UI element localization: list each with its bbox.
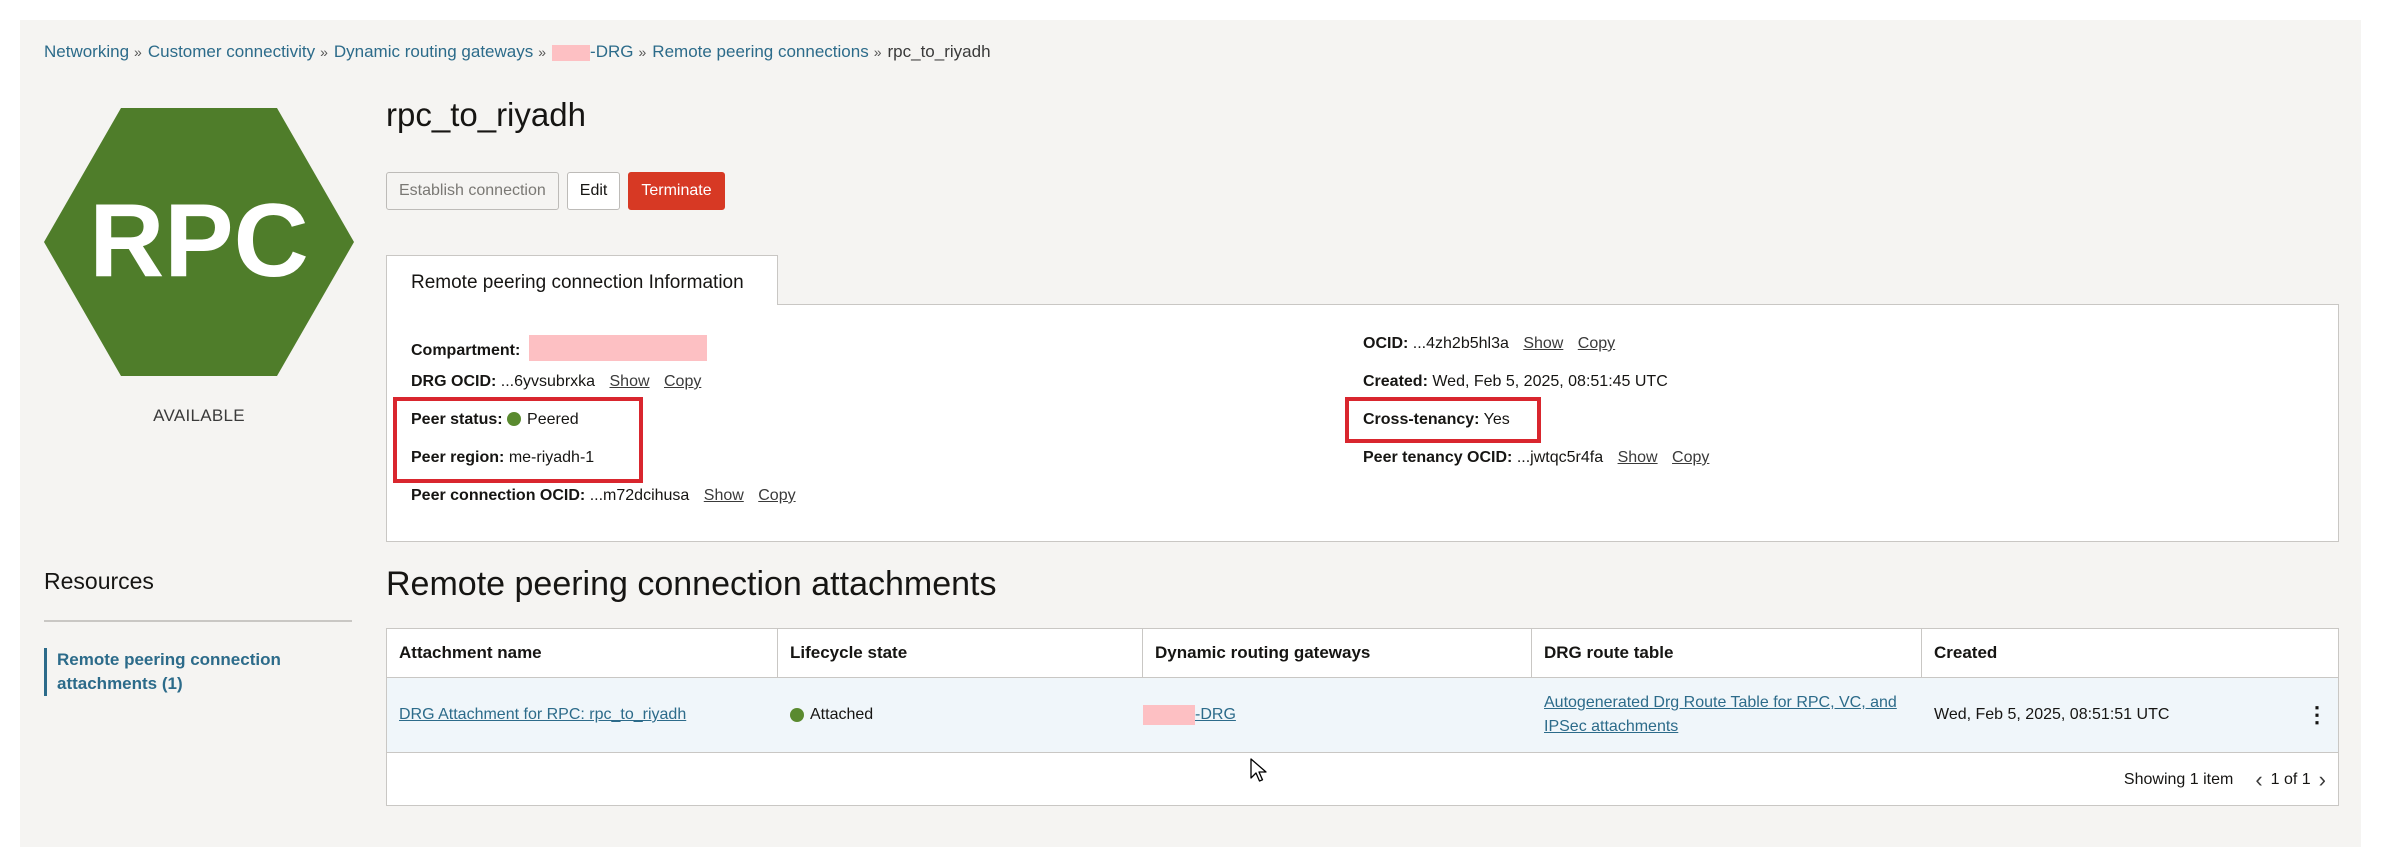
pagination-summary: Showing 1 item bbox=[2123, 771, 2234, 788]
attached-status-dot-icon bbox=[790, 708, 804, 722]
breadcrumb-drg[interactable]: -DRG bbox=[552, 42, 634, 61]
ocid-field: OCID: ...4zh2b5hl3a Show Copy bbox=[1363, 335, 1615, 353]
terminate-button[interactable]: Terminate bbox=[628, 172, 725, 210]
establish-connection-button[interactable]: Establish connection bbox=[386, 172, 559, 210]
breadcrumb-dynamic-routing-gateways[interactable]: Dynamic routing gateways bbox=[334, 42, 533, 61]
highlight-peer-status-region bbox=[393, 397, 643, 483]
mouse-cursor-icon bbox=[1250, 758, 1267, 782]
breadcrumb-separator: » bbox=[538, 44, 547, 60]
breadcrumb-drg-suffix: -DRG bbox=[590, 42, 634, 61]
rpc-hexagon-logo: RPC bbox=[44, 108, 354, 376]
cell-drg-route-table: Autogenerated Drg Route Table for RPC, V… bbox=[1532, 678, 1922, 752]
page-title: rpc_to_riyadh bbox=[386, 96, 586, 133]
pagination-page: 1 of 1 bbox=[2270, 771, 2311, 788]
drg-ocid-label: DRG OCID: bbox=[411, 373, 497, 390]
compartment-field: Compartment: bbox=[411, 335, 707, 361]
compartment-label: Compartment: bbox=[411, 342, 521, 359]
cell-attachment-name: DRG Attachment for RPC: rpc_to_riyadh bbox=[387, 678, 778, 752]
attachments-table: Attachment name Lifecycle state Dynamic … bbox=[386, 628, 2339, 806]
attachments-section-title: Remote peering connection attachments bbox=[386, 565, 997, 603]
logo-text: RPC bbox=[89, 183, 309, 299]
peer-connection-ocid-show-link[interactable]: Show bbox=[704, 487, 744, 504]
resources-item-attachments[interactable]: Remote peering connection attachments (1… bbox=[44, 648, 317, 696]
created-field: Created: Wed, Feb 5, 2025, 08:51:45 UTC bbox=[1363, 373, 1668, 391]
drg-ocid-field: DRG OCID: ...6yvsubrxka Show Copy bbox=[411, 373, 701, 391]
drg-ocid-value: ...6yvsubrxka bbox=[500, 373, 596, 390]
peer-connection-ocid-value: ...m72dcihusa bbox=[589, 487, 690, 504]
breadcrumb-remote-peering-connections[interactable]: Remote peering connections bbox=[652, 42, 868, 61]
highlight-cross-tenancy bbox=[1345, 397, 1541, 443]
breadcrumb-current: rpc_to_riyadh bbox=[887, 42, 991, 61]
pagination-prev-icon[interactable]: ‹ bbox=[2255, 767, 2262, 793]
resources-title: Resources bbox=[44, 568, 154, 594]
drg-ocid-copy-link[interactable]: Copy bbox=[664, 373, 701, 390]
drg-ocid-show-link[interactable]: Show bbox=[610, 373, 650, 390]
info-panel: Compartment: DRG OCID: ...6yvsubrxka Sho… bbox=[386, 304, 2339, 542]
column-dynamic-routing-gateways[interactable]: Dynamic routing gateways bbox=[1143, 629, 1532, 677]
table-row: DRG Attachment for RPC: rpc_to_riyadh At… bbox=[387, 678, 2338, 753]
page-container: Networking » Customer connectivity » Dynamic… bbox=[20, 20, 2361, 847]
breadcrumb-networking[interactable]: Networking bbox=[44, 42, 129, 61]
breadcrumb-customer-connectivity[interactable]: Customer connectivity bbox=[148, 42, 315, 61]
peer-connection-ocid-copy-link[interactable]: Copy bbox=[758, 487, 795, 504]
column-drg-route-table[interactable]: DRG route table bbox=[1532, 629, 1922, 677]
lifecycle-state-value: Attached bbox=[810, 706, 874, 723]
redacted-drg-name bbox=[1143, 705, 1195, 725]
attachment-name-link[interactable]: DRG Attachment for RPC: rpc_to_riyadh bbox=[399, 706, 686, 724]
ocid-label: OCID: bbox=[1363, 335, 1409, 352]
edit-button[interactable]: Edit bbox=[566, 172, 621, 210]
peer-tenancy-ocid-field: Peer tenancy OCID: ...jwtqc5r4fa Show Co… bbox=[1363, 449, 1709, 467]
column-created[interactable]: Created bbox=[1922, 629, 2338, 677]
breadcrumb: Networking » Customer connectivity » Dynamic… bbox=[44, 42, 991, 62]
peer-tenancy-ocid-show-link[interactable]: Show bbox=[1618, 449, 1658, 466]
tab-information[interactable]: Remote peering connection Information bbox=[386, 255, 778, 305]
redacted-compartment bbox=[528, 335, 707, 361]
peer-tenancy-ocid-value: ...jwtqc5r4fa bbox=[1516, 449, 1604, 466]
attachment-created-value: Wed, Feb 5, 2025, 08:51:51 UTC bbox=[1934, 706, 2170, 723]
row-actions-kebab-icon[interactable]: ⋮ bbox=[2306, 702, 2328, 728]
resource-status: AVAILABLE bbox=[153, 406, 245, 425]
breadcrumb-separator: » bbox=[320, 44, 328, 60]
pagination: Showing 1 item ‹ 1 of 1 › bbox=[2124, 767, 2326, 793]
column-lifecycle-state[interactable]: Lifecycle state bbox=[778, 629, 1143, 677]
created-value: Wed, Feb 5, 2025, 08:51:45 UTC bbox=[1432, 373, 1668, 390]
resources-divider bbox=[44, 620, 352, 622]
breadcrumb-separator: » bbox=[873, 44, 882, 60]
ocid-value: ...4zh2b5hl3a bbox=[1412, 335, 1509, 352]
table-header: Attachment name Lifecycle state Dynamic … bbox=[387, 629, 2338, 678]
drg-link[interactable]: -DRG bbox=[1143, 705, 1236, 725]
peer-tenancy-ocid-label: Peer tenancy OCID: bbox=[1363, 449, 1513, 466]
created-label: Created: bbox=[1363, 373, 1428, 390]
ocid-copy-link[interactable]: Copy bbox=[1578, 335, 1615, 352]
route-table-link[interactable]: Autogenerated Drg Route Table for RPC, V… bbox=[1544, 691, 1902, 739]
cell-lifecycle-state: Attached bbox=[778, 678, 1143, 752]
column-attachment-name[interactable]: Attachment name bbox=[387, 629, 778, 677]
action-bar: Establish connection Edit Terminate bbox=[386, 172, 725, 210]
cell-dynamic-routing-gateway: -DRG bbox=[1143, 678, 1532, 752]
drg-link-suffix: -DRG bbox=[1195, 706, 1236, 724]
peer-connection-ocid-label: Peer connection OCID: bbox=[411, 487, 586, 504]
cell-created: Wed, Feb 5, 2025, 08:51:51 UTC bbox=[1922, 678, 2302, 752]
pagination-next-icon[interactable]: › bbox=[2319, 767, 2326, 793]
breadcrumb-separator: » bbox=[638, 44, 647, 60]
breadcrumb-separator: » bbox=[134, 44, 142, 60]
ocid-show-link[interactable]: Show bbox=[1523, 335, 1563, 352]
redacted-drg-name bbox=[552, 44, 591, 61]
peer-connection-ocid-field: Peer connection OCID: ...m72dcihusa Show… bbox=[411, 487, 796, 505]
peer-tenancy-ocid-copy-link[interactable]: Copy bbox=[1672, 449, 1709, 466]
